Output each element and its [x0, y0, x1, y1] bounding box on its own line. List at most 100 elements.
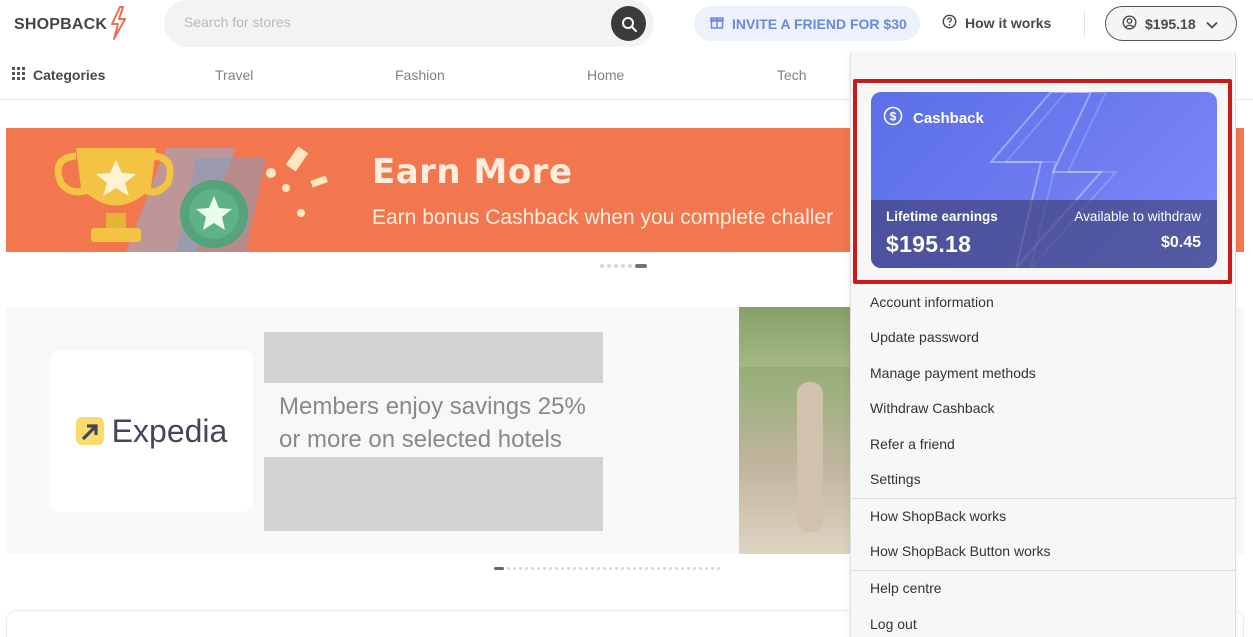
carousel-dot[interactable]: [513, 567, 516, 570]
cashback-card[interactable]: $ Cashback Lifetime earnings $195.18 Ava…: [871, 92, 1217, 268]
carousel-dot[interactable]: [717, 567, 720, 570]
menu-how-shopback-works[interactable]: How ShopBack works: [870, 508, 1006, 524]
question-icon: [942, 14, 957, 32]
search-bar: [164, 0, 654, 47]
carousel-dot[interactable]: [603, 567, 606, 570]
carousel-dot[interactable]: [693, 567, 696, 570]
menu-update-password[interactable]: Update password: [870, 329, 979, 345]
expedia-logo-card: Expedia: [50, 350, 253, 512]
account-balance: $195.18: [1145, 15, 1196, 32]
carousel-dot[interactable]: [600, 264, 604, 268]
menu-how-shopback-button-works[interactable]: How ShopBack Button works: [870, 543, 1051, 559]
menu-log-out[interactable]: Log out: [870, 616, 917, 632]
carousel-dot[interactable]: [615, 567, 618, 570]
carousel-dot-active[interactable]: [635, 264, 647, 268]
menu-help-centre[interactable]: Help centre: [870, 580, 942, 596]
category-home[interactable]: Home: [587, 67, 624, 83]
category-fashion[interactable]: Fashion: [395, 67, 445, 83]
grid-icon: [12, 67, 25, 83]
search-input[interactable]: [184, 14, 584, 30]
promo-placeholder-top: [264, 332, 603, 383]
carousel-dot[interactable]: [699, 567, 702, 570]
carousel-dot[interactable]: [555, 567, 558, 570]
carousel-dot[interactable]: [621, 567, 624, 570]
gift-icon: [710, 15, 724, 32]
lifetime-earnings-value: $195.18: [886, 231, 972, 257]
menu-withdraw-cashback[interactable]: Withdraw Cashback: [870, 400, 995, 416]
carousel-dot[interactable]: [627, 567, 630, 570]
shopback-logo[interactable]: SHOPBACK: [14, 5, 127, 45]
carousel-dot[interactable]: [567, 567, 570, 570]
cashback-title-label: Cashback: [913, 109, 984, 127]
banner-carousel-dots[interactable]: [600, 264, 647, 268]
cashback-earnings-panel: Lifetime earnings $195.18 Available to w…: [871, 200, 1217, 268]
carousel-dot[interactable]: [681, 567, 684, 570]
photo-person: [797, 382, 823, 532]
carousel-dot[interactable]: [675, 567, 678, 570]
carousel-dot[interactable]: [579, 567, 582, 570]
carousel-dot[interactable]: [621, 264, 625, 268]
cashback-title: $ Cashback: [883, 106, 984, 130]
carousel-dot[interactable]: [585, 567, 588, 570]
header-divider: [1084, 12, 1085, 36]
expedia-brand-text: Expedia: [111, 412, 228, 449]
search-icon: [621, 16, 637, 32]
how-it-works-link[interactable]: How it works: [942, 14, 1051, 32]
carousel-dot[interactable]: [609, 567, 612, 570]
carousel-dot[interactable]: [651, 567, 654, 570]
categories-menu[interactable]: Categories: [12, 67, 105, 83]
carousel-dot[interactable]: [507, 567, 510, 570]
carousel-dot[interactable]: [531, 567, 534, 570]
menu-settings[interactable]: Settings: [870, 471, 921, 487]
carousel-dot[interactable]: [633, 567, 636, 570]
menu-divider: [851, 498, 1237, 499]
carousel-dot[interactable]: [525, 567, 528, 570]
lifetime-earnings-label: Lifetime earnings: [886, 209, 998, 224]
carousel-dot[interactable]: [519, 567, 522, 570]
svg-text:$: $: [890, 110, 897, 124]
top-header: SHOPBACK INVITE A FRIEND FOR $30 How it …: [0, 0, 1253, 50]
carousel-dot[interactable]: [705, 567, 708, 570]
dollar-icon: $: [883, 106, 903, 130]
carousel-dot[interactable]: [591, 567, 594, 570]
promo-text: Members enjoy savings 25% or more on sel…: [279, 390, 586, 456]
bolt-icon: [109, 5, 127, 45]
menu-manage-payment-methods[interactable]: Manage payment methods: [870, 365, 1036, 381]
carousel-dot[interactable]: [628, 264, 632, 268]
carousel-dot[interactable]: [537, 567, 540, 570]
available-withdraw-value: $0.45: [1160, 234, 1201, 251]
account-menu-button[interactable]: $195.18: [1105, 6, 1237, 41]
chevron-down-icon: [1205, 16, 1218, 32]
carousel-dot[interactable]: [687, 567, 690, 570]
user-icon: [1122, 14, 1137, 33]
invite-friend-button[interactable]: INVITE A FRIEND FOR $30: [694, 6, 920, 41]
carousel-dot[interactable]: [607, 264, 611, 268]
promo-text-line2: or more on selected hotels: [279, 426, 562, 453]
photo-background: [739, 307, 859, 367]
carousel-dot[interactable]: [543, 567, 546, 570]
menu-refer-a-friend[interactable]: Refer a friend: [870, 436, 955, 452]
menu-divider: [851, 570, 1237, 571]
how-it-works-label: How it works: [965, 15, 1052, 31]
carousel-dot[interactable]: [711, 567, 714, 570]
promo-text-line1: Members enjoy savings 25%: [279, 393, 586, 420]
search-button[interactable]: [611, 6, 646, 41]
carousel-dot[interactable]: [597, 567, 600, 570]
banner-title: Earn More: [372, 152, 573, 192]
carousel-dot[interactable]: [639, 567, 642, 570]
carousel-dot[interactable]: [549, 567, 552, 570]
available-withdraw-label: Available to withdraw: [1074, 209, 1201, 224]
carousel-dot[interactable]: [645, 567, 648, 570]
carousel-dot[interactable]: [663, 567, 666, 570]
carousel-dot-active[interactable]: [494, 567, 504, 570]
promo-carousel-dots[interactable]: [494, 567, 720, 570]
carousel-dot[interactable]: [657, 567, 660, 570]
menu-account-information[interactable]: Account information: [870, 294, 994, 310]
carousel-dot[interactable]: [669, 567, 672, 570]
invite-label: INVITE A FRIEND FOR $30: [732, 15, 907, 32]
carousel-dot[interactable]: [614, 264, 618, 268]
carousel-dot[interactable]: [561, 567, 564, 570]
category-tech[interactable]: Tech: [777, 67, 807, 83]
category-travel[interactable]: Travel: [215, 67, 253, 83]
carousel-dot[interactable]: [573, 567, 576, 570]
